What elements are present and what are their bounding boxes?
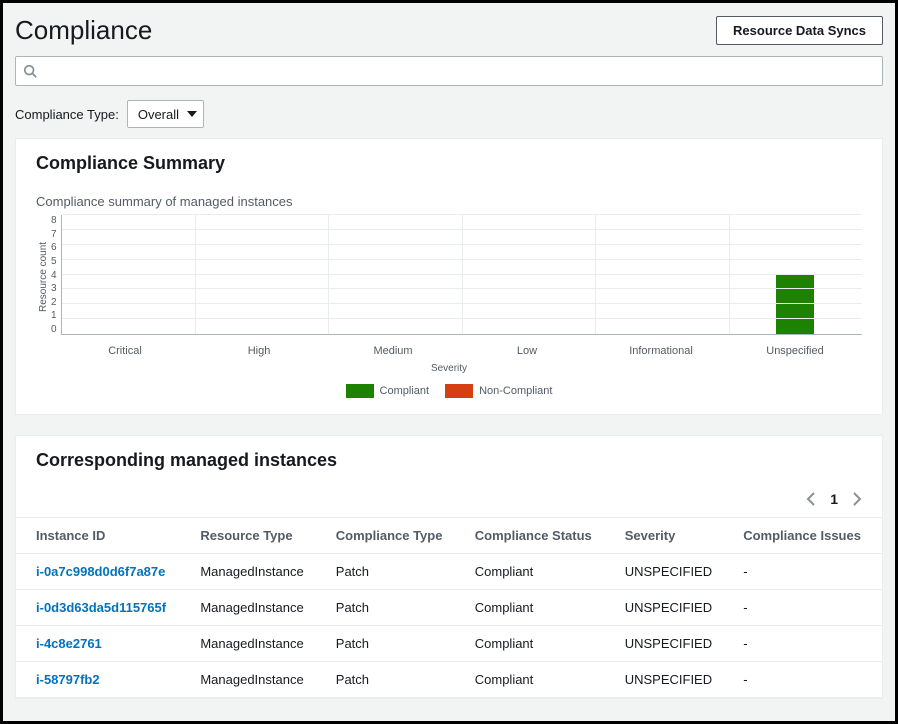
- chart-plot: [61, 215, 862, 335]
- compliance-issues-cell: -: [731, 662, 882, 698]
- bar: [776, 275, 814, 335]
- legend-item: Compliant: [346, 384, 430, 398]
- ytick: 0: [51, 324, 57, 335]
- xtick: High: [192, 339, 326, 357]
- column-header[interactable]: Compliance Status: [463, 518, 613, 554]
- next-page-icon[interactable]: [852, 492, 862, 506]
- bar-column: [462, 215, 595, 334]
- compliance-type-cell: Patch: [324, 590, 463, 626]
- table-row: i-4c8e2761 ManagedInstancePatchCompliantU…: [16, 626, 882, 662]
- compliance-type-cell: Patch: [324, 554, 463, 590]
- page-title: Compliance: [15, 15, 152, 46]
- legend-swatch: [445, 384, 473, 398]
- caret-down-icon: [187, 111, 197, 117]
- instance-link[interactable]: i-0d3d63da5d115765f: [36, 600, 166, 615]
- bar-column: [195, 215, 328, 334]
- xtick: Unspecified: [728, 339, 862, 357]
- bar-column: [62, 215, 195, 334]
- xtick: Informational: [594, 339, 728, 357]
- column-header[interactable]: Instance ID: [16, 518, 188, 554]
- ytick: 2: [51, 297, 57, 308]
- compliance-status-cell: Compliant: [463, 554, 613, 590]
- severity-cell: UNSPECIFIED: [613, 662, 731, 698]
- chart-ylabel: Resource count: [36, 215, 51, 339]
- resource-type-cell: ManagedInstance: [188, 590, 323, 626]
- instance-id-link: i-4c8e2761: [16, 626, 188, 662]
- instance-link[interactable]: i-4c8e2761: [36, 636, 102, 651]
- resource-type-cell: ManagedInstance: [188, 554, 323, 590]
- ytick: 3: [51, 283, 57, 294]
- compliance-status-cell: Compliant: [463, 626, 613, 662]
- instance-id-link: i-58797fb2: [16, 662, 188, 698]
- resource-data-syncs-button[interactable]: Resource Data Syncs: [716, 16, 883, 45]
- ytick: 4: [51, 270, 57, 281]
- pager: 1: [16, 481, 882, 517]
- compliance-chart: Resource count 8 7 6 5 4 3 2 1 0 CriticalHighMed…: [16, 209, 882, 414]
- instance-id-link: i-0d3d63da5d115765f: [16, 590, 188, 626]
- ytick: 6: [51, 242, 57, 253]
- prev-page-icon[interactable]: [806, 492, 816, 506]
- legend-label: Compliant: [380, 385, 430, 397]
- table-row: i-0a7c998d0d6f7a87e ManagedInstancePatchC…: [16, 554, 882, 590]
- instances-panel: Corresponding managed instances 1 Instan…: [15, 435, 883, 699]
- bar-column: [729, 215, 862, 334]
- resource-type-cell: ManagedInstance: [188, 662, 323, 698]
- chart-xaxis: CriticalHighMediumLowInformationalUnspec…: [58, 339, 862, 357]
- instance-link[interactable]: i-0a7c998d0d6f7a87e: [36, 564, 165, 579]
- compliance-type-cell: Patch: [324, 662, 463, 698]
- column-header[interactable]: Resource Type: [188, 518, 323, 554]
- table-row: i-0d3d63da5d115765f ManagedInstancePatchC…: [16, 590, 882, 626]
- compliance-issues-cell: -: [731, 554, 882, 590]
- ytick: 1: [51, 310, 57, 321]
- severity-cell: UNSPECIFIED: [613, 626, 731, 662]
- search-bar: [15, 56, 883, 86]
- compliance-type-label: Compliance Type:: [15, 107, 119, 122]
- search-icon: [23, 64, 37, 78]
- severity-cell: UNSPECIFIED: [613, 590, 731, 626]
- compliance-type-select[interactable]: Overall: [127, 100, 204, 128]
- bar-column: [595, 215, 728, 334]
- instance-id-link: i-0a7c998d0d6f7a87e: [16, 554, 188, 590]
- compliance-issues-cell: -: [731, 626, 882, 662]
- summary-subtitle: Compliance summary of managed instances: [16, 184, 882, 209]
- instance-link[interactable]: i-58797fb2: [36, 672, 100, 687]
- table-row: i-58797fb2 ManagedInstancePatchCompliantU…: [16, 662, 882, 698]
- bar-column: [328, 215, 461, 334]
- xtick: Low: [460, 339, 594, 357]
- column-header[interactable]: Severity: [613, 518, 731, 554]
- search-input[interactable]: [15, 56, 883, 86]
- compliance-type-cell: Patch: [324, 626, 463, 662]
- column-header[interactable]: Compliance Issues: [731, 518, 882, 554]
- compliance-summary-panel: Compliance Summary Compliance summary of…: [15, 138, 883, 415]
- compliance-status-cell: Compliant: [463, 590, 613, 626]
- resource-type-cell: ManagedInstance: [188, 626, 323, 662]
- chart-yaxis: 8 7 6 5 4 3 2 1 0: [51, 215, 61, 335]
- compliance-type-value: Overall: [138, 107, 179, 122]
- chart-legend: Compliant Non-Compliant: [36, 384, 862, 398]
- xtick: Medium: [326, 339, 460, 357]
- column-header[interactable]: Compliance Type: [324, 518, 463, 554]
- legend-item: Non-Compliant: [445, 384, 552, 398]
- page-number: 1: [830, 491, 838, 507]
- chart-xlabel: Severity: [36, 363, 862, 374]
- summary-title: Compliance Summary: [16, 139, 882, 184]
- compliance-issues-cell: -: [731, 590, 882, 626]
- ytick: 8: [51, 215, 57, 226]
- legend-label: Non-Compliant: [479, 385, 552, 397]
- xtick: Critical: [58, 339, 192, 357]
- legend-swatch: [346, 384, 374, 398]
- compliance-status-cell: Compliant: [463, 662, 613, 698]
- severity-cell: UNSPECIFIED: [613, 554, 731, 590]
- instances-table: Instance IDResource TypeCompliance TypeC…: [16, 517, 882, 698]
- instances-title: Corresponding managed instances: [16, 436, 882, 481]
- ytick: 7: [51, 229, 57, 240]
- ytick: 5: [51, 256, 57, 267]
